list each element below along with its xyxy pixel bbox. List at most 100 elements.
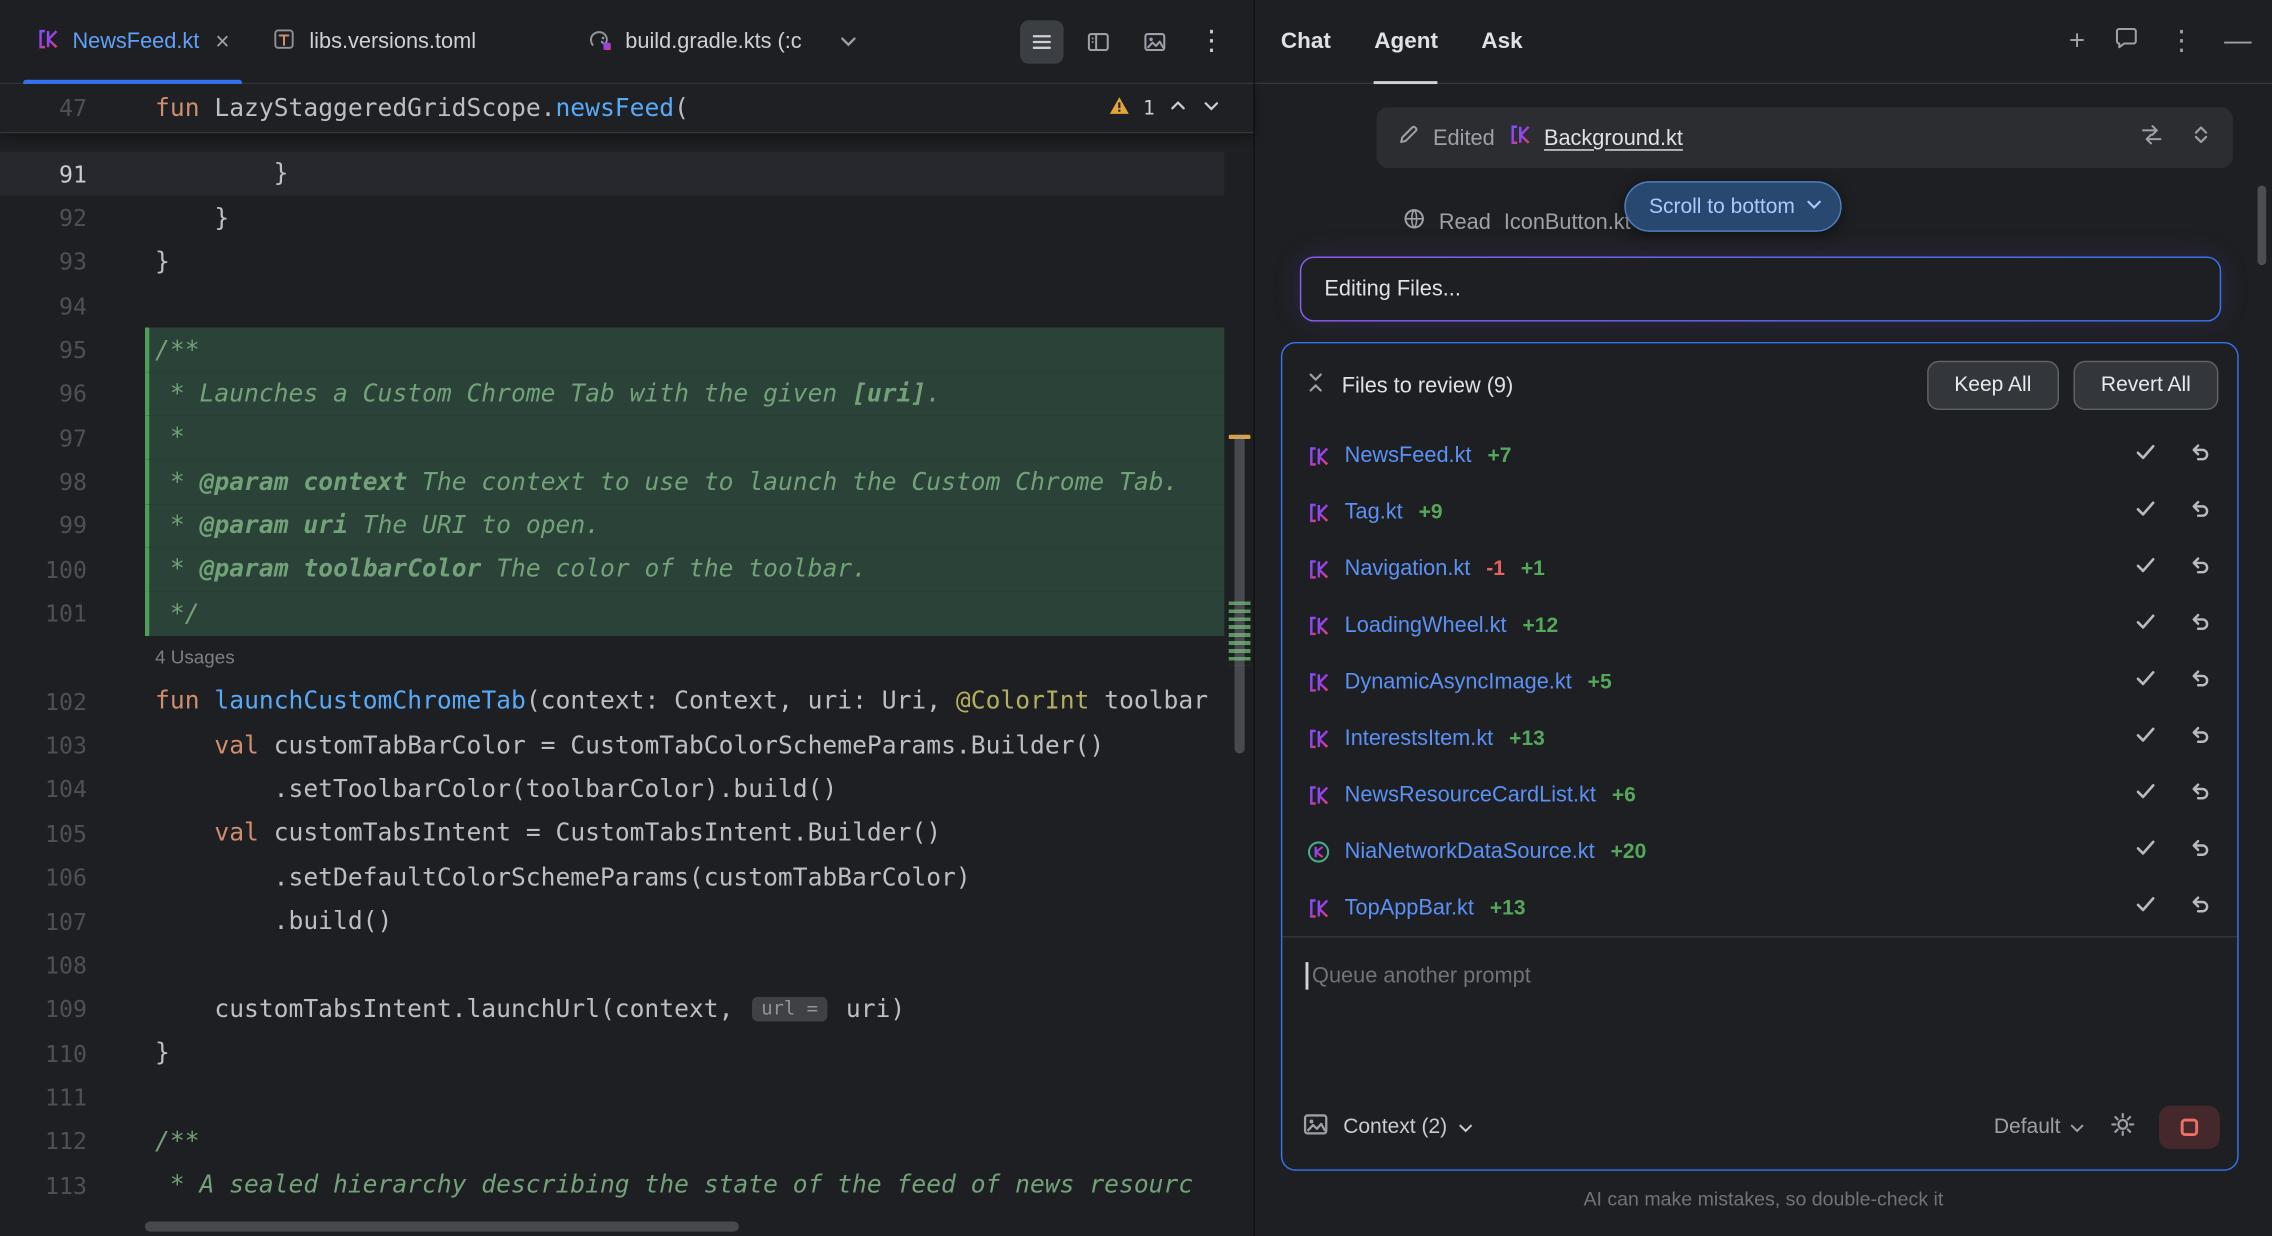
accept-file-icon[interactable]	[2134, 893, 2157, 923]
revert-file-icon[interactable]	[2188, 723, 2211, 753]
code-line-105[interactable]: 105 val customTabsIntent = CustomTabsInt…	[0, 812, 1224, 856]
edited-file-card[interactable]: Edited Background.kt	[1377, 107, 2233, 168]
accept-file-icon[interactable]	[2134, 497, 2157, 527]
open-diff-icon[interactable]	[2140, 123, 2163, 152]
code-line-98[interactable]: 98 * @param context The context to use t…	[0, 460, 1224, 504]
close-tab-icon[interactable]: ×	[215, 29, 229, 54]
revert-file-icon[interactable]	[2188, 610, 2211, 640]
code-line-96[interactable]: 96 * Launches a Custom Chrome Tab with t…	[0, 372, 1224, 416]
file-review-row[interactable]: NiaNetworkDataSource.kt+20	[1282, 823, 2237, 880]
tab-libs-versions[interactable]: libs.versions.toml	[251, 0, 497, 83]
file-name-link[interactable]: Navigation.kt	[1345, 556, 1471, 581]
code-line-95[interactable]: 95/**	[0, 328, 1224, 372]
revert-all-button[interactable]: Revert All	[2073, 361, 2218, 410]
code-line-99[interactable]: 99 * @param uri The URI to open.	[0, 504, 1224, 548]
code-line-109[interactable]: 109 customTabsIntent.launchUrl(context, …	[0, 988, 1224, 1032]
code-line-111[interactable]: 111	[0, 1075, 1224, 1119]
split-editor-icon[interactable]	[1077, 20, 1120, 63]
new-chat-icon[interactable]: +	[2069, 28, 2085, 56]
tab-build-gradle[interactable]: build.gradle.kts (:c	[564, 0, 823, 83]
file-review-row[interactable]: TopAppBar.kt+13	[1282, 880, 2237, 937]
accept-file-icon[interactable]	[2134, 667, 2157, 697]
prev-warning-icon[interactable]	[1168, 93, 1188, 122]
file-review-row[interactable]: NewsResourceCardList.kt+6	[1282, 767, 2237, 824]
code-line-102[interactable]: 102fun launchCustomChromeTab(context: Co…	[0, 680, 1224, 724]
sticky-code-line[interactable]: 47 fun LazyStaggeredGridScope.newsFeed( …	[0, 84, 1253, 133]
code-line-100[interactable]: 100 * @param toolbarColor The color of t…	[0, 548, 1224, 592]
attach-image-icon[interactable]	[1303, 1111, 1329, 1144]
file-review-row[interactable]: Tag.kt+9	[1282, 484, 2237, 541]
keep-all-button[interactable]: Keep All	[1927, 361, 2059, 410]
gear-icon[interactable]	[2110, 1111, 2136, 1144]
file-name-link[interactable]: NiaNetworkDataSource.kt	[1345, 839, 1595, 864]
revert-file-icon[interactable]	[2188, 667, 2211, 697]
code-editor[interactable]: 91 }92 }93}9495/**96 * Launches a Custom…	[0, 133, 1224, 1236]
read-file-row[interactable]: Read IconButton.kt	[1403, 200, 1631, 243]
usages-inlay-row[interactable]: 4 Usages	[0, 636, 1224, 680]
code-line-103[interactable]: 103 val customTabBarColor = CustomTabCol…	[0, 724, 1224, 768]
tab-ask[interactable]: Ask	[1481, 0, 1522, 83]
file-review-row[interactable]: LoadingWheel.kt+12	[1282, 597, 2237, 654]
scroll-to-bottom-button[interactable]: Scroll to bottom	[1624, 181, 1841, 232]
prompt-input[interactable]: Queue another prompt	[1282, 936, 2237, 1085]
code-line-104[interactable]: 104 .setToolbarColor(toolbarColor).build…	[0, 768, 1224, 812]
code-line-92[interactable]: 92 }	[0, 196, 1224, 240]
file-name-link[interactable]: DynamicAsyncImage.kt	[1345, 669, 1572, 694]
revert-file-icon[interactable]	[2188, 554, 2211, 584]
file-review-row[interactable]: NewsFeed.kt+7	[1282, 427, 2237, 484]
file-review-row[interactable]: InterestsItem.kt+13	[1282, 710, 2237, 767]
file-name-link[interactable]: Tag.kt	[1345, 500, 1403, 525]
revert-file-icon[interactable]	[2188, 836, 2211, 866]
vertical-scrollbar[interactable]	[1235, 435, 1245, 754]
accept-file-icon[interactable]	[2134, 723, 2157, 753]
next-warning-icon[interactable]	[1201, 93, 1221, 122]
chat-bubble-icon[interactable]	[2114, 26, 2139, 56]
revert-file-icon[interactable]	[2188, 780, 2211, 810]
collapse-icon[interactable]	[1304, 370, 1327, 400]
expand-collapse-icon[interactable]	[2189, 123, 2212, 152]
code-line-94[interactable]: 94	[0, 284, 1224, 328]
accept-file-icon[interactable]	[2134, 836, 2157, 866]
hidden-tabs-chevron-icon[interactable]	[823, 0, 874, 83]
file-name-link[interactable]: NewsFeed.kt	[1345, 443, 1472, 468]
chat-scrollbar[interactable]	[2258, 185, 2267, 265]
tab-agent[interactable]: Agent	[1374, 0, 1438, 83]
context-selector[interactable]: Context (2)	[1343, 1116, 1474, 1139]
code-line-93[interactable]: 93}	[0, 240, 1224, 284]
stop-button[interactable]	[2159, 1106, 2220, 1149]
image-preview-icon[interactable]	[1133, 20, 1176, 63]
revert-file-icon[interactable]	[2188, 497, 2211, 527]
more-options-icon[interactable]: ⋮	[2168, 28, 2196, 56]
code-line-101[interactable]: 101 */	[0, 592, 1224, 636]
code-line-97[interactable]: 97 *	[0, 416, 1224, 460]
code-line-113[interactable]: 113 * A sealed hierarchy describing the …	[0, 1163, 1224, 1207]
edited-file-link[interactable]: Background.kt	[1544, 125, 1683, 150]
revert-file-icon[interactable]	[2188, 440, 2211, 470]
code-line-106[interactable]: 106 .setDefaultColorSchemeParams(customT…	[0, 856, 1224, 900]
code-line-107[interactable]: 107 .build()	[0, 900, 1224, 944]
code-line-110[interactable]: 110}	[0, 1031, 1224, 1075]
file-name-link[interactable]: InterestsItem.kt	[1345, 726, 1494, 751]
editor-list-icon[interactable]	[1020, 20, 1063, 63]
code-line-108[interactable]: 108	[0, 944, 1224, 988]
file-name-link[interactable]: LoadingWheel.kt	[1345, 613, 1507, 638]
file-review-row[interactable]: Navigation.kt-1+1	[1282, 540, 2237, 597]
file-name-link[interactable]: TopAppBar.kt	[1345, 895, 1474, 920]
tab-chat[interactable]: Chat	[1281, 0, 1331, 83]
accept-file-icon[interactable]	[2134, 780, 2157, 810]
minimize-icon[interactable]: —	[2224, 28, 2252, 56]
file-name-link[interactable]: NewsResourceCardList.kt	[1345, 782, 1596, 807]
accept-file-icon[interactable]	[2134, 440, 2157, 470]
code-line-91[interactable]: 91 }	[0, 152, 1224, 196]
tab-newsfeed[interactable]: NewsFeed.kt ×	[14, 0, 251, 83]
revert-file-icon[interactable]	[2188, 893, 2211, 923]
more-options-icon[interactable]: ⋮	[1190, 20, 1233, 63]
horizontal-scrollbar[interactable]	[145, 1221, 739, 1231]
code-line-112[interactable]: 112/**	[0, 1119, 1224, 1163]
model-selector[interactable]: Default	[1994, 1116, 2087, 1139]
usages-hint[interactable]: 4 Usages	[155, 647, 235, 669]
error-stripe[interactable]	[1224, 133, 1253, 1236]
accept-file-icon[interactable]	[2134, 554, 2157, 584]
file-review-row[interactable]: DynamicAsyncImage.kt+5	[1282, 653, 2237, 710]
accept-file-icon[interactable]	[2134, 610, 2157, 640]
